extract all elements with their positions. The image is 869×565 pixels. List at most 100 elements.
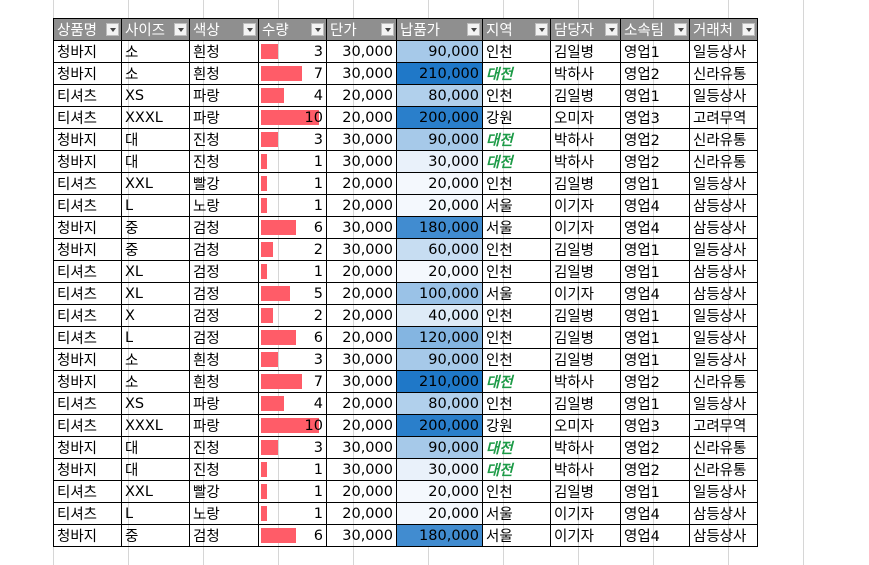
header-qty[interactable]: 수량 xyxy=(258,18,327,41)
cell-client[interactable]: 신라유통 xyxy=(689,370,758,393)
cell-qty[interactable]: 1 xyxy=(258,194,327,217)
cell-team[interactable]: 영업4 xyxy=(620,524,690,547)
cell-qty[interactable]: 3 xyxy=(258,436,327,459)
cell-delivery-price[interactable]: 80,000 xyxy=(396,392,483,415)
cell-product[interactable]: 티셔츠 xyxy=(53,304,122,327)
cell-team[interactable]: 영업1 xyxy=(620,304,690,327)
cell-qty[interactable]: 1 xyxy=(258,150,327,173)
cell-color[interactable]: 검청 xyxy=(189,238,259,261)
cell-delivery-price[interactable]: 180,000 xyxy=(396,524,483,547)
cell-product[interactable]: 청바지 xyxy=(53,40,122,63)
cell-manager[interactable]: 김일병 xyxy=(550,40,621,63)
cell-size[interactable]: 대 xyxy=(121,458,190,481)
cell-product[interactable]: 청바지 xyxy=(53,216,122,239)
cell-unit-price[interactable]: 20,000 xyxy=(326,326,397,349)
cell-size[interactable]: L xyxy=(121,502,190,525)
cell-team[interactable]: 영업2 xyxy=(620,458,690,481)
filter-dropdown-icon[interactable] xyxy=(381,23,394,36)
cell-unit-price[interactable]: 20,000 xyxy=(326,414,397,437)
cell-color[interactable]: 파랑 xyxy=(189,106,259,129)
cell-product[interactable]: 티셔츠 xyxy=(53,194,122,217)
cell-team[interactable]: 영업4 xyxy=(620,282,690,305)
cell-region[interactable]: 대전 xyxy=(482,62,551,85)
cell-team[interactable]: 영업1 xyxy=(620,84,690,107)
cell-delivery-price[interactable]: 120,000 xyxy=(396,326,483,349)
cell-delivery-price[interactable]: 20,000 xyxy=(396,260,483,283)
cell-region[interactable]: 대전 xyxy=(482,436,551,459)
cell-size[interactable]: 소 xyxy=(121,62,190,85)
cell-team[interactable]: 영업2 xyxy=(620,150,690,173)
cell-team[interactable]: 영업2 xyxy=(620,436,690,459)
cell-delivery-price[interactable]: 30,000 xyxy=(396,458,483,481)
cell-color[interactable]: 진청 xyxy=(189,458,259,481)
cell-unit-price[interactable]: 20,000 xyxy=(326,502,397,525)
cell-unit-price[interactable]: 20,000 xyxy=(326,172,397,195)
cell-qty[interactable]: 1 xyxy=(258,260,327,283)
cell-client[interactable]: 삼등상사 xyxy=(689,216,758,239)
cell-manager[interactable]: 김일병 xyxy=(550,326,621,349)
cell-qty[interactable]: 10 xyxy=(258,414,327,437)
cell-size[interactable]: XS xyxy=(121,392,190,415)
cell-size[interactable]: 중 xyxy=(121,524,190,547)
cell-team[interactable]: 영업2 xyxy=(620,128,690,151)
cell-product[interactable]: 티셔츠 xyxy=(53,392,122,415)
cell-client[interactable]: 삼등상사 xyxy=(689,260,758,283)
cell-product[interactable]: 청바지 xyxy=(53,348,122,371)
cell-delivery-price[interactable]: 90,000 xyxy=(396,40,483,63)
cell-team[interactable]: 영업2 xyxy=(620,62,690,85)
cell-region[interactable]: 서울 xyxy=(482,282,551,305)
cell-unit-price[interactable]: 30,000 xyxy=(326,348,397,371)
cell-color[interactable]: 노랑 xyxy=(189,502,259,525)
cell-unit-price[interactable]: 30,000 xyxy=(326,216,397,239)
cell-product[interactable]: 청바지 xyxy=(53,128,122,151)
cell-region[interactable]: 대전 xyxy=(482,128,551,151)
cell-client[interactable]: 삼등상사 xyxy=(689,194,758,217)
cell-color[interactable]: 흰청 xyxy=(189,370,259,393)
cell-manager[interactable]: 김일병 xyxy=(550,392,621,415)
cell-color[interactable]: 진청 xyxy=(189,150,259,173)
cell-region[interactable]: 서울 xyxy=(482,216,551,239)
cell-size[interactable]: X xyxy=(121,304,190,327)
cell-region[interactable]: 대전 xyxy=(482,150,551,173)
cell-delivery-price[interactable]: 180,000 xyxy=(396,216,483,239)
cell-unit-price[interactable]: 30,000 xyxy=(326,62,397,85)
cell-product[interactable]: 티셔츠 xyxy=(53,84,122,107)
header-unit-price[interactable]: 단가 xyxy=(326,18,397,41)
cell-delivery-price[interactable]: 20,000 xyxy=(396,480,483,503)
cell-manager[interactable]: 김일병 xyxy=(550,480,621,503)
cell-client[interactable]: 삼등상사 xyxy=(689,524,758,547)
cell-product[interactable]: 티셔츠 xyxy=(53,172,122,195)
cell-color[interactable]: 흰청 xyxy=(189,348,259,371)
cell-size[interactable]: XXXL xyxy=(121,106,190,129)
cell-team[interactable]: 영업2 xyxy=(620,370,690,393)
cell-team[interactable]: 영업4 xyxy=(620,194,690,217)
cell-manager[interactable]: 박하사 xyxy=(550,150,621,173)
cell-region[interactable]: 인천 xyxy=(482,480,551,503)
cell-size[interactable]: XS xyxy=(121,84,190,107)
cell-size[interactable]: XL xyxy=(121,282,190,305)
cell-size[interactable]: L xyxy=(121,326,190,349)
cell-qty[interactable]: 1 xyxy=(258,172,327,195)
filter-dropdown-icon[interactable] xyxy=(243,23,256,36)
cell-region[interactable]: 강원 xyxy=(482,106,551,129)
cell-region[interactable]: 인천 xyxy=(482,172,551,195)
cell-delivery-price[interactable]: 200,000 xyxy=(396,106,483,129)
cell-qty[interactable]: 3 xyxy=(258,348,327,371)
cell-size[interactable]: XL xyxy=(121,260,190,283)
header-size[interactable]: 사이즈 xyxy=(121,18,190,41)
cell-delivery-price[interactable]: 210,000 xyxy=(396,370,483,393)
cell-qty[interactable]: 2 xyxy=(258,238,327,261)
filter-dropdown-icon[interactable] xyxy=(742,23,755,36)
header-manager[interactable]: 담당자 xyxy=(550,18,621,41)
cell-product[interactable]: 청바지 xyxy=(53,150,122,173)
cell-unit-price[interactable]: 20,000 xyxy=(326,106,397,129)
cell-size[interactable]: XXXL xyxy=(121,414,190,437)
cell-size[interactable]: 소 xyxy=(121,348,190,371)
cell-product[interactable]: 청바지 xyxy=(53,524,122,547)
cell-size[interactable]: 대 xyxy=(121,436,190,459)
cell-color[interactable]: 진청 xyxy=(189,128,259,151)
cell-unit-price[interactable]: 20,000 xyxy=(326,304,397,327)
cell-product[interactable]: 티셔츠 xyxy=(53,260,122,283)
cell-manager[interactable]: 이기자 xyxy=(550,194,621,217)
cell-region[interactable]: 인천 xyxy=(482,84,551,107)
